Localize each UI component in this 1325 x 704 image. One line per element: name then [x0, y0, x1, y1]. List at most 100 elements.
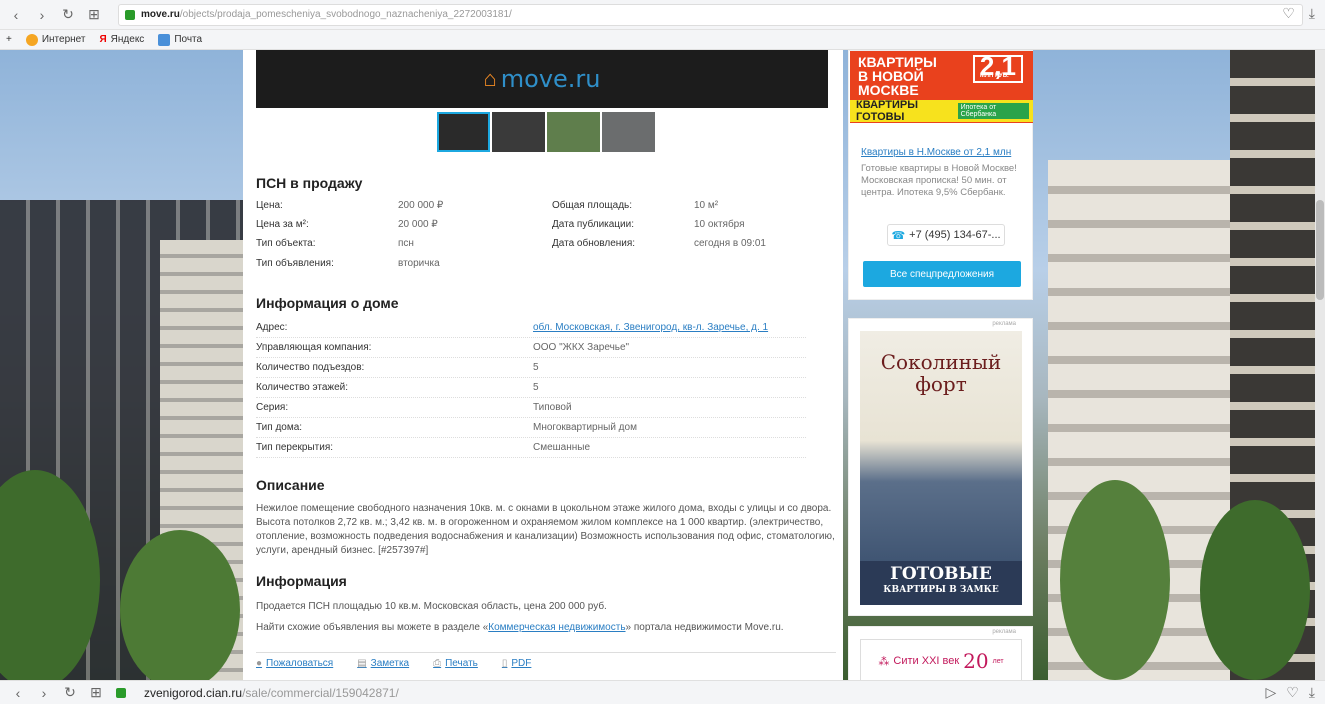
price-details: Цена: 200 000 ₽ Цена за м²: 20 000 ₽ Тип…: [256, 200, 536, 280]
forward-icon[interactable]: ›: [32, 5, 52, 25]
bookmark-internet[interactable]: Интернет: [25, 33, 85, 46]
mail-icon: [158, 33, 171, 46]
house-info-row: Серия: Типовой: [256, 398, 806, 418]
globe-icon: [25, 33, 38, 46]
row-label: Адрес:: [256, 322, 288, 333]
heart-icon[interactable]: ♡: [1286, 684, 1299, 701]
background-tree: [120, 530, 240, 680]
detail-label: Дата обновления:: [552, 238, 636, 249]
grid-icon[interactable]: ⊞: [88, 684, 104, 701]
promo-castle-caption: ГОТОВЫЕ КВАРТИРЫ В ЗАМКЕ: [860, 561, 1022, 605]
bottom-url[interactable]: zvenigorod.cian.ru/sale/commercial/15904…: [144, 686, 399, 700]
all-offers-button[interactable]: Все спецпредложения: [863, 261, 1021, 287]
background-tree: [1200, 500, 1310, 680]
bookmarks-bar: + Интернет Я Яндекс Почта: [0, 30, 1325, 50]
detail-label: Цена:: [256, 200, 283, 211]
listing-title: ПСН в продажу: [256, 175, 363, 191]
promo-city21-banner[interactable]: ⁂ Сити XXI век 20 лет: [860, 639, 1022, 683]
download-icon[interactable]: ⤓: [1309, 684, 1315, 701]
download-icon[interactable]: ⤓: [1309, 5, 1315, 22]
info-title: Информация: [256, 573, 347, 589]
heart-icon[interactable]: ♡: [1282, 5, 1295, 22]
row-value: ООО "ЖКХ Заречье": [533, 342, 630, 353]
house-info-row: Управляющая компания: ООО "ЖКХ Заречье": [256, 338, 806, 358]
promo-link[interactable]: Квартиры в Н.Москве от 2,1 млн: [861, 147, 1011, 158]
reload-icon[interactable]: ↻: [58, 5, 78, 25]
info-line: Продается ПСН площадью 10 кв.м. Московск…: [256, 601, 607, 612]
row-value: Многоквартирный дом: [533, 422, 637, 433]
phone-icon: ☎: [891, 229, 906, 242]
grid-icon[interactable]: ⊞: [84, 5, 104, 25]
row-value: Типовой: [533, 402, 572, 413]
photo-thumbnail[interactable]: [437, 112, 490, 152]
note-button[interactable]: ▤ Заметка: [357, 658, 409, 669]
back-icon[interactable]: ‹: [10, 685, 26, 701]
address-link[interactable]: обл. Московская, г. Звенигород, кв-л. За…: [533, 322, 768, 333]
info-icon: ●: [256, 658, 263, 669]
row-label: Серия:: [256, 402, 289, 413]
reload-icon[interactable]: ↻: [62, 684, 78, 701]
listing-photo[interactable]: ⌂ move.ru: [256, 50, 828, 108]
detail-value: псн: [398, 238, 414, 249]
detail-label: Тип объекта:: [256, 238, 316, 249]
address-bar[interactable]: move.ru /objects/prodaja_pomescheniya_sv…: [118, 3, 1303, 26]
detail-value: 20 000 ₽: [398, 219, 438, 230]
note-icon: ▤: [357, 658, 367, 669]
detail-value: 10 октября: [694, 219, 745, 230]
photo-thumbnail[interactable]: [492, 112, 545, 152]
complain-button[interactable]: ● Пожаловаться: [256, 658, 333, 669]
map-thumbnail[interactable]: [602, 112, 655, 152]
area-details: Общая площадь: 10 м² Дата публикации: 10…: [552, 200, 832, 260]
scrollbar[interactable]: [1315, 50, 1325, 680]
url-domain: move.ru: [141, 9, 180, 20]
photo-thumbnail[interactable]: [547, 112, 600, 152]
promo-bar: КВАРТИРЫ ГОТОВЫ Ипотека от Сбербанка: [850, 99, 1033, 123]
detail-value: вторичка: [398, 258, 440, 269]
description-text: Нежилое помещение свободного назначения …: [256, 503, 835, 556]
row-value: 5: [533, 382, 539, 393]
house-info-row: Количество этажей: 5: [256, 378, 806, 398]
house-info-row: Тип перекрытия: Смешанные: [256, 438, 806, 458]
lock-icon: [125, 9, 135, 20]
detail-value: сегодня в 09:01: [694, 238, 766, 249]
promo-castle-banner[interactable]: Соколиный форт ГОТОВЫЕ КВАРТИРЫ В ЗАМКЕ: [860, 331, 1022, 605]
house-info-row: Количество подъездов: 5: [256, 358, 806, 378]
scrollbar-thumb[interactable]: [1316, 200, 1324, 300]
photo-thumbnails: [437, 112, 655, 152]
yandex-icon: Я: [99, 34, 107, 45]
dots-icon: ⁂: [878, 655, 890, 668]
promo-castle: реклама Соколиный форт ГОТОВЫЕ КВАРТИРЫ …: [848, 318, 1033, 616]
share-icon[interactable]: ▷: [1265, 684, 1276, 701]
detail-value: 10 м²: [694, 200, 719, 211]
phone-button[interactable]: ☎ +7 (495) 134-67-...: [887, 224, 1005, 246]
bookmark-yandex[interactable]: Я Яндекс: [99, 34, 144, 45]
promo-castle-title: Соколиный форт: [880, 350, 1002, 396]
bottom-url-bar: ‹ › ↻ ⊞ zvenigorod.cian.ru/sale/commerci…: [0, 680, 1325, 704]
row-label: Количество этажей:: [256, 382, 349, 393]
browser-toolbar: ‹ › ↻ ⊞ move.ru /objects/prodaja_pomesch…: [0, 0, 1325, 30]
description-title: Описание: [256, 477, 325, 493]
promo-new-moscow: КВАРТИРЫ В НОВОЙ МОСКВЕ 2,1 МЛН РУБ. КВАР…: [848, 50, 1033, 300]
add-bookmark-icon[interactable]: +: [6, 34, 12, 45]
back-icon[interactable]: ‹: [6, 5, 26, 25]
house-info-title: Информация о доме: [256, 295, 399, 311]
house-info-row: Тип дома: Многоквартирный дом: [256, 418, 806, 438]
house-info-row: Адрес: обл. Московская, г. Звенигород, кв…: [256, 318, 806, 338]
house-icon: ⌂: [483, 66, 497, 91]
row-label: Тип дома:: [256, 422, 303, 433]
detail-value: 200 000 ₽: [398, 200, 444, 211]
row-label: Управляющая компания:: [256, 342, 372, 353]
commercial-realty-link[interactable]: Коммерческая недвижимость: [488, 622, 625, 633]
listing-content: ⌂ move.ru ПСН в продажу Цена: 200 000 ₽ …: [243, 50, 843, 680]
forward-icon[interactable]: ›: [36, 685, 52, 701]
print-icon: ⎙: [433, 658, 442, 669]
info-line: Найти схожие объявления вы можете в разд…: [256, 622, 784, 633]
pdf-icon: ▯: [501, 658, 508, 669]
detail-label: Цена за м²:: [256, 219, 309, 230]
bookmark-mail[interactable]: Почта: [158, 33, 202, 46]
background-tree: [1060, 480, 1170, 680]
pdf-button[interactable]: ▯ PDF: [502, 658, 532, 669]
promo-city21: реклама ⁂ Сити XXI век 20 лет: [848, 626, 1033, 686]
print-button[interactable]: ⎙ Печать: [433, 658, 478, 669]
detail-label: Дата публикации:: [552, 219, 634, 230]
